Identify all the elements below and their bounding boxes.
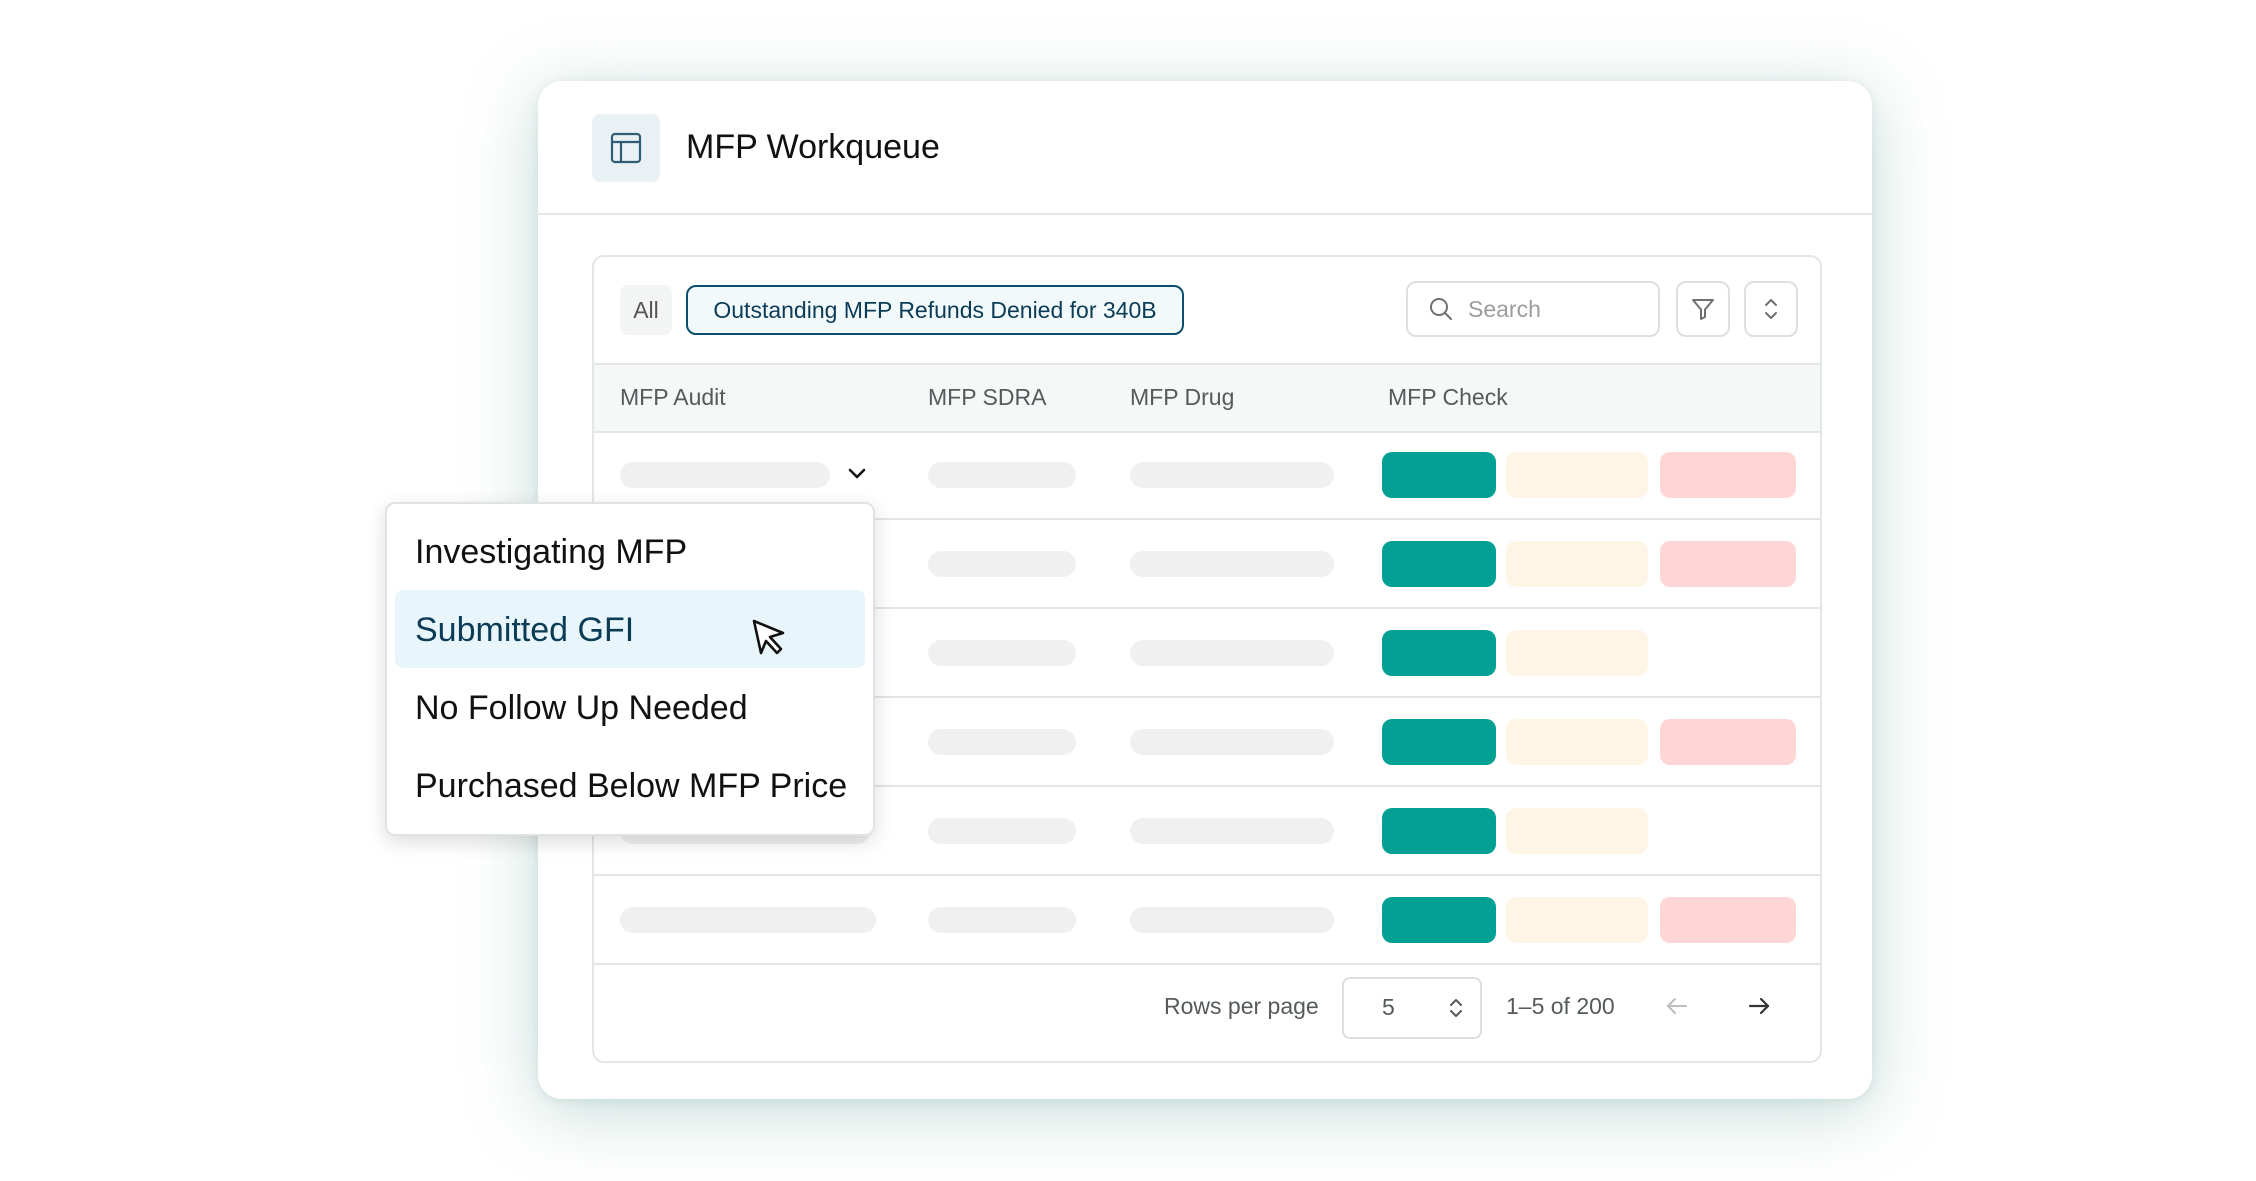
search-input[interactable] (1466, 294, 1640, 324)
table-row[interactable] (594, 876, 1820, 965)
dropdown-item-label: No Follow Up Needed (415, 689, 748, 727)
placeholder-cell (1130, 551, 1334, 577)
pagination-range: 1–5 of 200 (1506, 993, 1615, 1019)
placeholder-cell (928, 818, 1076, 844)
stage: MFP Workqueue All Outstanding MFP Refund… (0, 0, 2256, 1181)
dropdown-item-no-follow-up-needed[interactable]: No Follow Up Needed (395, 668, 865, 746)
placeholder-cell (620, 462, 830, 488)
placeholder-cell (928, 729, 1076, 755)
select-arrows-icon (1450, 999, 1462, 1017)
status-pill-cream (1506, 541, 1648, 587)
status-pill-pink (1660, 719, 1796, 765)
placeholder-cell (1130, 462, 1334, 488)
table-icon (592, 114, 660, 182)
status-pill-green (1382, 630, 1496, 676)
placeholder-cell (1130, 818, 1334, 844)
arrow-right-icon[interactable] (1746, 993, 1772, 1019)
table-header-row: MFP Audit MFP SDRA MFP Drug MFP Check (594, 363, 1820, 433)
chevron-down-icon[interactable] (844, 461, 870, 492)
column-header-mfp-check[interactable]: MFP Check (1388, 384, 1508, 411)
filter-icon (1692, 299, 1714, 320)
sort-icon (1765, 299, 1777, 319)
arrow-left-icon[interactable] (1664, 993, 1690, 1019)
status-pill-cream (1506, 630, 1648, 676)
placeholder-cell (1130, 729, 1334, 755)
page-title: MFP Workqueue (686, 128, 940, 166)
column-header-mfp-audit[interactable]: MFP Audit (620, 384, 726, 411)
status-pill-green (1382, 452, 1496, 498)
rows-per-page-label: Rows per page (1164, 993, 1319, 1019)
dropdown-item-label: Investigating MFP (415, 533, 688, 571)
placeholder-cell (1130, 640, 1334, 666)
dropdown-item-investigating-mfp[interactable]: Investigating MFP (395, 512, 865, 590)
status-dropdown-menu: Investigating MFP Submitted GFI No Follo… (385, 502, 875, 836)
rows-per-page-value: 5 (1382, 994, 1395, 1020)
column-header-mfp-sdra[interactable]: MFP SDRA (928, 384, 1046, 411)
placeholder-cell (928, 551, 1076, 577)
rows-per-page-select[interactable]: 5 (1342, 977, 1482, 1039)
status-pill-cream (1506, 808, 1648, 854)
dropdown-item-purchased-below-mfp-price[interactable]: Purchased Below MFP Price (395, 746, 865, 824)
placeholder-cell (1130, 907, 1334, 933)
search-box[interactable] (1406, 281, 1660, 337)
status-pill-green (1382, 541, 1496, 587)
status-pill-cream (1506, 452, 1648, 498)
table-toolbar: All Outstanding MFP Refunds Denied for 3… (594, 257, 1820, 363)
placeholder-cell (928, 640, 1076, 666)
status-pill-green (1382, 719, 1496, 765)
dropdown-item-label: Purchased Below MFP Price (415, 767, 848, 805)
status-pill-pink (1660, 452, 1796, 498)
mouse-cursor-icon (752, 619, 785, 655)
sort-button[interactable] (1744, 281, 1798, 337)
status-pill-pink (1660, 541, 1796, 587)
search-icon (1430, 298, 1452, 320)
placeholder-cell (928, 462, 1076, 488)
status-pill-cream (1506, 897, 1648, 943)
status-pill-green (1382, 897, 1496, 943)
placeholder-cell (620, 907, 876, 933)
dropdown-item-label: Submitted GFI (415, 611, 635, 649)
filter-chip-all[interactable]: All (620, 285, 672, 335)
status-pill-pink (1660, 897, 1796, 943)
status-pill-green (1382, 808, 1496, 854)
window-header: MFP Workqueue (538, 81, 1872, 215)
filter-chip-active[interactable]: Outstanding MFP Refunds Denied for 340B (686, 285, 1184, 335)
pagination-bar: Rows per page 5 1–5 of 200 (594, 957, 1820, 1061)
status-pill-cream (1506, 719, 1648, 765)
filter-button[interactable] (1676, 281, 1730, 337)
dropdown-item-submitted-gfi[interactable]: Submitted GFI (395, 590, 865, 668)
placeholder-cell (928, 907, 1076, 933)
column-header-mfp-drug[interactable]: MFP Drug (1130, 384, 1234, 411)
